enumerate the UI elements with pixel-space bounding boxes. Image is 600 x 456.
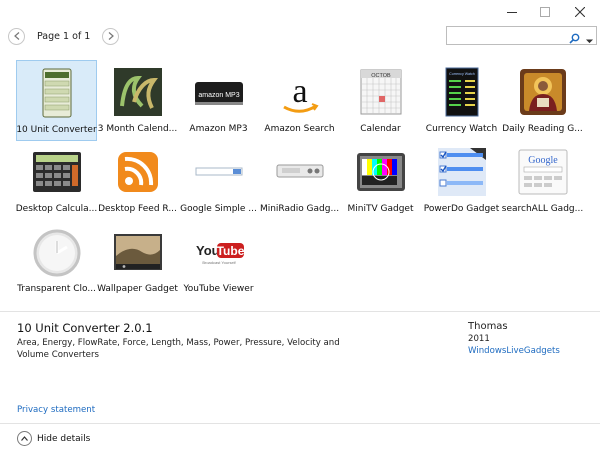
gadget-tile-3-month-calendar[interactable]: 3 Month Calend... — [97, 60, 178, 141]
gadget-name: Desktop Feed R... — [98, 204, 177, 214]
gadget-tile-wallpaper[interactable]: Wallpaper Gadget — [97, 220, 178, 301]
three-month-calendar-icon — [112, 66, 164, 118]
svg-text:OCTOB: OCTOB — [371, 73, 391, 79]
gadget-name: 10 Unit Converter — [16, 125, 97, 135]
gadget-tile-miniradio[interactable]: MiniRadio Gadg... — [259, 140, 340, 221]
minimize-icon — [507, 12, 517, 13]
transparent-clock-icon — [31, 226, 83, 278]
gadget-name: Calendar — [360, 124, 401, 134]
calculator-icon — [31, 146, 83, 198]
gadget-tile-powerdo[interactable]: PowerDo Gadget — [421, 140, 502, 221]
details-year: 2011 — [468, 334, 490, 344]
gadget-tile-desktop-calculator[interactable]: Desktop Calcula... — [16, 140, 97, 221]
mini-tv-icon — [355, 146, 407, 198]
previous-page-button[interactable] — [8, 27, 25, 45]
gadget-name: Daily Reading G... — [502, 124, 583, 134]
svg-text:Currency Watch: Currency Watch — [449, 72, 475, 76]
gadget-name: Currency Watch — [425, 124, 498, 134]
gadget-name: MiniTV Gadget — [347, 204, 414, 214]
gadget-name: MiniRadio Gadg... — [259, 204, 340, 214]
details-divider — [0, 311, 600, 312]
currency-watch-icon: Currency Watch — [436, 66, 488, 118]
mini-radio-icon — [274, 146, 326, 198]
rss-feed-icon — [112, 146, 164, 198]
gadget-name: Transparent Clo... — [17, 284, 96, 294]
chevron-right-icon — [108, 32, 114, 40]
search-box[interactable] — [446, 26, 597, 45]
privacy-statement-link[interactable]: Privacy statement — [17, 405, 95, 415]
gadget-tile-minitv[interactable]: MiniTV Gadget — [340, 140, 421, 221]
gadget-tile-calendar[interactable]: OCTOB Calendar — [340, 60, 421, 141]
gadget-tile-youtube-viewer[interactable]: You Tube Broadcast Yourself YouTube Viewer — [178, 220, 259, 301]
gadget-name: Wallpaper Gadget — [97, 284, 178, 294]
details-title: 10 Unit Converter 2.0.1 — [17, 321, 153, 335]
next-page-button[interactable] — [102, 27, 120, 45]
minimize-button[interactable] — [496, 0, 528, 24]
chevron-left-icon — [13, 32, 19, 40]
gadget-name: Amazon MP3 — [189, 124, 248, 134]
searchall-google-icon: Google — [517, 146, 569, 198]
gadget-tile-transparent-clock[interactable]: Transparent Clo... — [16, 220, 97, 301]
gadget-tile-desktop-feed-reader[interactable]: Desktop Feed R... — [97, 140, 178, 221]
svg-text:amazon MP3: amazon MP3 — [198, 92, 239, 99]
svg-text:Tube: Tube — [216, 244, 244, 258]
author-website-link[interactable]: WindowsLiveGadgets — [468, 346, 560, 356]
gadget-tile-amazon-mp3[interactable]: amazon MP3 Amazon MP3 — [178, 60, 259, 141]
details-description: Area, Energy, FlowRate, Force, Length, M… — [17, 338, 340, 360]
gadget-name: 3 Month Calend... — [97, 124, 178, 134]
unit-converter-icon — [31, 67, 83, 119]
gadget-tile-10-unit-converter[interactable]: 10 Unit Converter — [16, 60, 97, 141]
close-button[interactable] — [564, 0, 596, 24]
gadget-name: Amazon Search — [264, 124, 335, 134]
gadget-tile-daily-reading[interactable]: Daily Reading G... — [502, 60, 583, 141]
gadget-tile-searchall[interactable]: Google searchALL Gadg... — [502, 140, 583, 221]
amazon-logo-icon: a — [274, 66, 326, 118]
gadget-tile-currency-watch[interactable]: Currency Watch Currency Watch — [421, 60, 502, 141]
wallpaper-icon — [112, 226, 164, 278]
amazon-mp3-icon: amazon MP3 — [193, 66, 245, 118]
search-icon[interactable] — [569, 29, 580, 48]
pager: Page 1 of 1 — [8, 27, 120, 45]
calendar-icon: OCTOB — [355, 66, 407, 118]
close-icon — [575, 7, 585, 17]
maximize-icon — [540, 7, 550, 17]
hide-details-label: Hide details — [37, 433, 91, 444]
hide-details-button[interactable]: Hide details — [17, 431, 90, 446]
svg-text:Google: Google — [528, 155, 558, 166]
powerdo-checklist-icon — [436, 146, 488, 198]
gadget-name: Desktop Calcula... — [15, 204, 98, 214]
chevron-down-icon — [586, 39, 593, 44]
details-author: Thomas — [468, 321, 508, 332]
gadget-name: PowerDo Gadget — [423, 204, 500, 214]
gadget-tile-amazon-search[interactable]: a Amazon Search — [259, 60, 340, 141]
gadget-tile-google-simple-search[interactable]: Google Simple ... — [178, 140, 259, 221]
youtube-logo-icon: You Tube Broadcast Yourself — [193, 226, 245, 278]
daily-reading-icon — [517, 66, 569, 118]
footer-divider — [0, 423, 600, 424]
svg-text:Broadcast Yourself: Broadcast Yourself — [202, 260, 236, 265]
gadget-name: Google Simple ... — [180, 204, 257, 214]
chevron-up-icon — [17, 431, 32, 446]
gadget-name: YouTube Viewer — [183, 284, 254, 294]
page-indicator: Page 1 of 1 — [37, 30, 91, 42]
gadget-name: searchALL Gadg... — [501, 204, 584, 214]
search-options-dropdown[interactable] — [586, 30, 593, 49]
google-simple-search-icon — [193, 146, 245, 198]
svg-text:a: a — [292, 73, 307, 110]
maximize-button[interactable] — [529, 0, 561, 24]
